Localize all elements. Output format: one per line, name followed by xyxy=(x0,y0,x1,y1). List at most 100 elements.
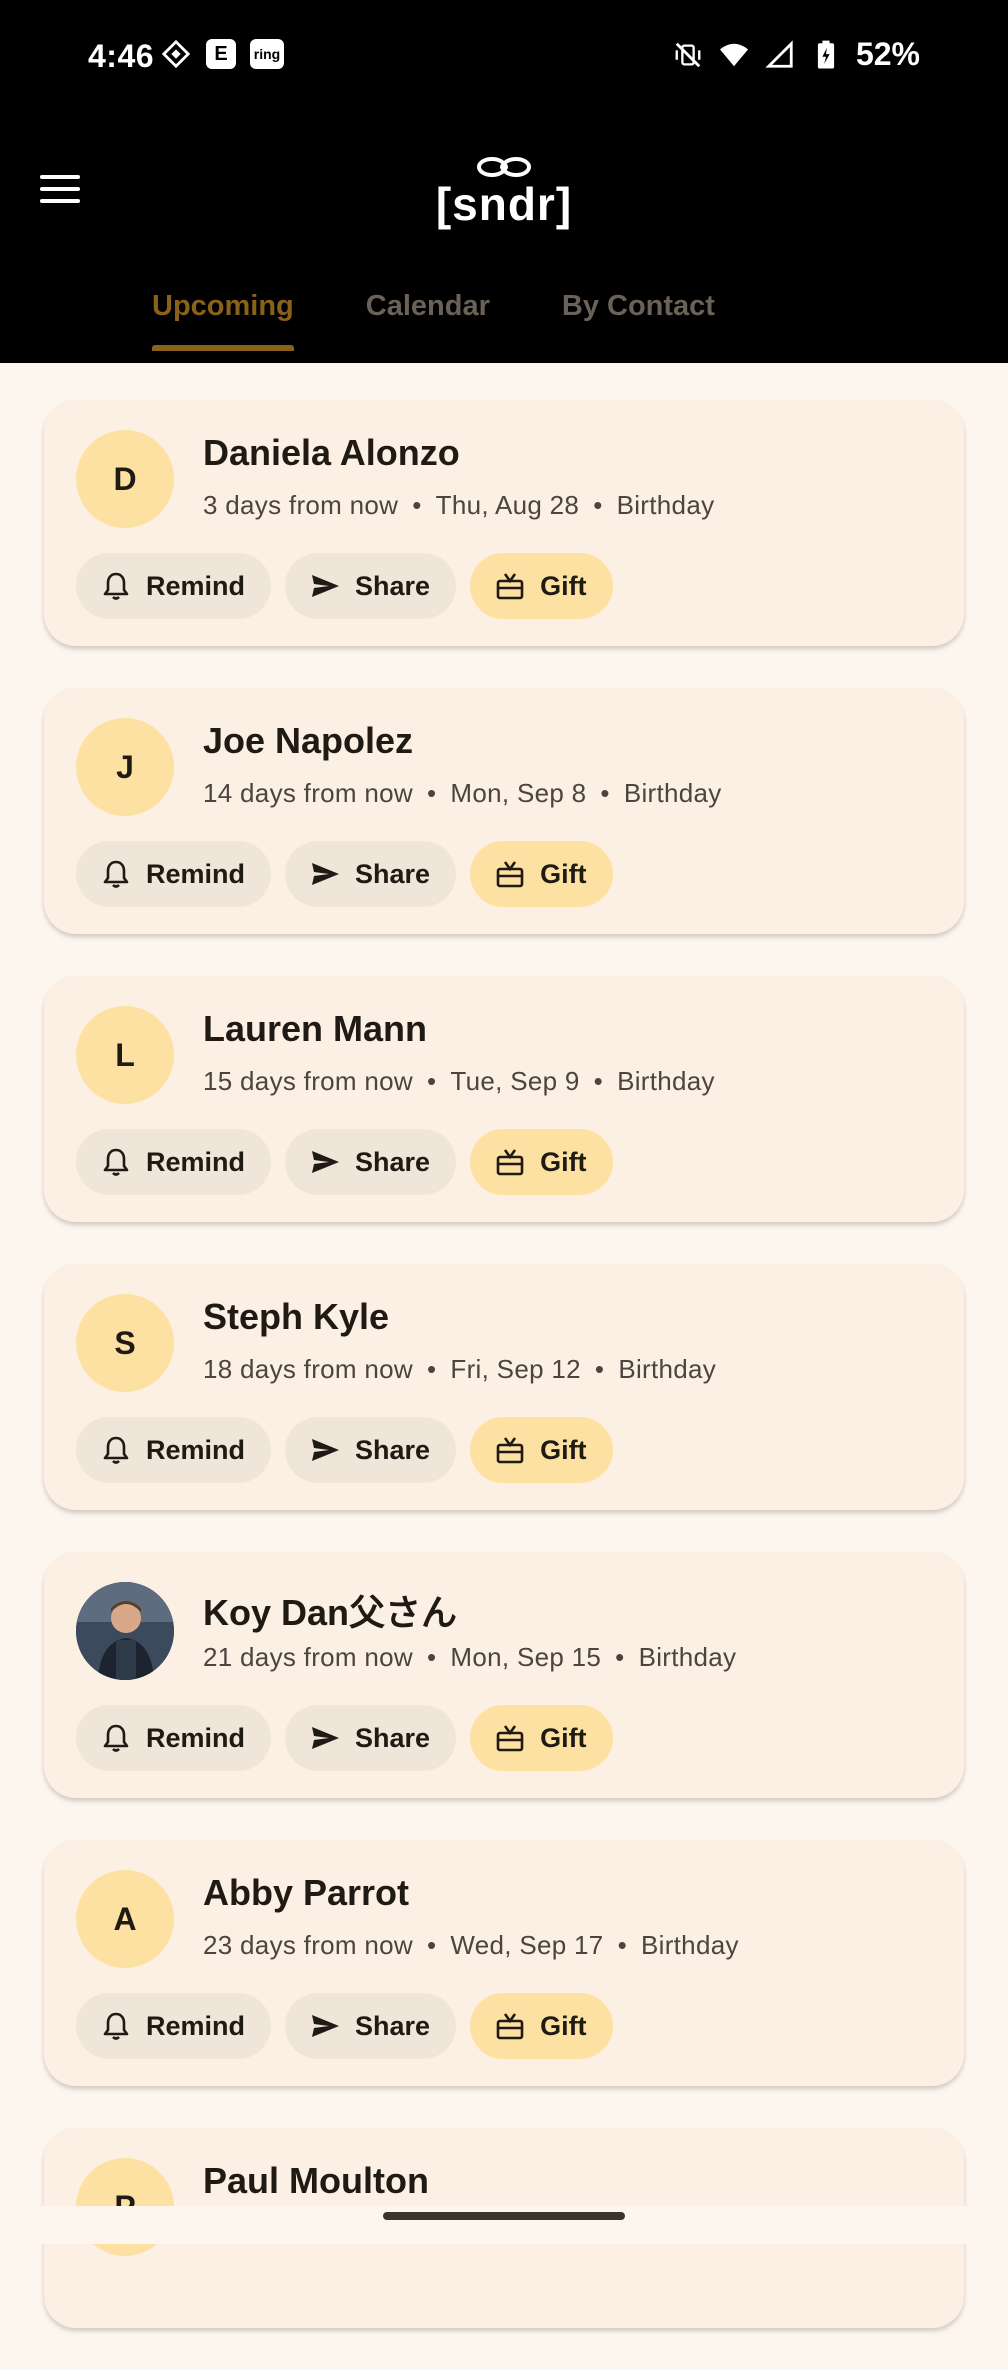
event-type: Birthday xyxy=(623,778,722,808)
event-card[interactable]: A Abby Parrot 23 days from now • Wed, Sep … xyxy=(44,1840,964,2086)
gift-button[interactable]: Gift xyxy=(470,1129,613,1195)
event-meta: 21 days from now • Mon, Sep 15 • Birthday xyxy=(203,1642,737,1672)
bell-icon xyxy=(103,2012,129,2040)
send-icon xyxy=(312,1151,340,1173)
remind-label: Remind xyxy=(146,858,246,889)
share-button[interactable]: Share xyxy=(285,553,457,619)
card-actions: Remind Share Gift xyxy=(76,1129,613,1195)
contact-name: Daniela Alonzo xyxy=(203,432,460,473)
diamond-nav-icon xyxy=(160,38,192,70)
relative-date: 15 days from now xyxy=(203,1066,414,1096)
event-card[interactable]: L Lauren Mann 15 days from now • Tue, Sep … xyxy=(44,976,964,1222)
share-label: Share xyxy=(355,570,431,601)
vibrate-off-icon xyxy=(672,39,704,71)
bow-icon xyxy=(477,157,531,177)
bell-icon xyxy=(103,572,129,600)
gift-button[interactable]: Gift xyxy=(470,553,613,619)
tab-bar: Upcoming Calendar By Contact xyxy=(152,290,715,351)
contact-name: Joe Napolez xyxy=(203,720,414,761)
battery-icon xyxy=(810,39,842,71)
share-button[interactable]: Share xyxy=(285,1705,457,1771)
gift-icon xyxy=(496,1725,524,1752)
avatar-photo xyxy=(76,1582,174,1680)
avatar: J xyxy=(76,718,174,816)
avatar: S xyxy=(76,1294,174,1392)
gift-label: Gift xyxy=(540,1434,587,1465)
bell-icon xyxy=(103,860,129,888)
relative-date: 23 days from now xyxy=(203,1930,414,1960)
gift-label: Gift xyxy=(540,570,587,601)
event-card[interactable]: J Joe Napolez 14 days from now • Mon, Sep … xyxy=(44,688,964,934)
card-actions: Remind Share Gift xyxy=(76,841,613,907)
gift-label: Gift xyxy=(540,1722,587,1753)
gift-button[interactable]: Gift xyxy=(470,841,613,907)
share-label: Share xyxy=(355,1722,431,1753)
relative-date: 14 days from now xyxy=(203,778,414,808)
gift-button[interactable]: Gift xyxy=(470,1993,613,2059)
event-date: Fri, Sep 12 xyxy=(450,1354,581,1384)
status-time: 4:46 xyxy=(88,38,155,74)
ring-app-icon: ring xyxy=(250,39,284,69)
event-date: Wed, Sep 17 xyxy=(450,1930,604,1960)
bell-icon xyxy=(103,1148,129,1176)
event-meta: 23 days from now • Wed, Sep 17 • Birthday xyxy=(203,1930,739,1960)
event-meta: 15 days from now • Tue, Sep 9 • Birthday xyxy=(203,1066,715,1096)
gift-icon xyxy=(496,1149,524,1176)
remind-button[interactable]: Remind xyxy=(76,1129,272,1195)
tab-upcoming[interactable]: Upcoming xyxy=(152,290,294,351)
contact-name: Paul Moulton xyxy=(203,2160,429,2201)
gift-label: Gift xyxy=(540,2010,587,2041)
bell-icon xyxy=(103,1724,129,1752)
remind-button[interactable]: Remind xyxy=(76,553,272,619)
share-label: Share xyxy=(355,858,431,889)
avatar: L xyxy=(76,1006,174,1104)
event-date: Mon, Sep 15 xyxy=(450,1642,602,1672)
home-indicator[interactable] xyxy=(383,2212,625,2220)
event-type: Birthday xyxy=(618,1354,717,1384)
event-type: Birthday xyxy=(638,1642,737,1672)
gift-icon xyxy=(496,861,524,888)
person-photo-icon xyxy=(76,1582,174,1680)
avatar: A xyxy=(76,1870,174,1968)
send-icon xyxy=(312,1439,340,1461)
app-bar: [sndr] Upcoming Calendar By Contact xyxy=(0,115,1008,363)
share-button[interactable]: Share xyxy=(285,841,457,907)
remind-button[interactable]: Remind xyxy=(76,1705,272,1771)
gift-button[interactable]: Gift xyxy=(470,1705,613,1771)
gift-button[interactable]: Gift xyxy=(470,1417,613,1483)
share-label: Share xyxy=(355,2010,431,2041)
card-actions: Remind Share Gift xyxy=(76,1705,613,1771)
remind-button[interactable]: Remind xyxy=(76,841,272,907)
e-app-icon: E xyxy=(206,39,236,69)
bell-icon xyxy=(103,1436,129,1464)
gift-icon xyxy=(496,573,524,600)
signal-icon xyxy=(764,39,796,71)
share-button[interactable]: Share xyxy=(285,1993,457,2059)
tab-by-contact[interactable]: By Contact xyxy=(562,290,715,347)
relative-date: 21 days from now xyxy=(203,1642,414,1672)
event-type: Birthday xyxy=(617,1066,715,1096)
event-card[interactable]: S Steph Kyle 18 days from now • Fri, Sep 1… xyxy=(44,1264,964,1510)
send-icon xyxy=(312,1727,340,1749)
status-bar: 4:46 E ring 52% xyxy=(0,0,1008,115)
share-button[interactable]: Share xyxy=(285,1417,457,1483)
share-button[interactable]: Share xyxy=(285,1129,457,1195)
remind-label: Remind xyxy=(146,1722,246,1753)
event-date: Thu, Aug 28 xyxy=(435,490,580,520)
remind-label: Remind xyxy=(146,2010,246,2041)
event-list: D Daniela Alonzo 3 days from now • Thu, Au… xyxy=(44,400,964,2370)
event-card[interactable]: Koy Dan父さん 21 days from now • Mon, Sep 15 •… xyxy=(44,1552,964,1798)
tab-calendar[interactable]: Calendar xyxy=(366,290,490,347)
event-type: Birthday xyxy=(640,1930,739,1960)
send-icon xyxy=(312,575,340,597)
remind-button[interactable]: Remind xyxy=(76,1417,272,1483)
avatar: D xyxy=(76,430,174,528)
send-icon xyxy=(312,863,340,885)
event-type: Birthday xyxy=(616,490,715,520)
contact-name: Lauren Mann xyxy=(203,1008,428,1049)
remind-button[interactable]: Remind xyxy=(76,1993,272,2059)
gift-icon xyxy=(496,1437,524,1464)
relative-date: 18 days from now xyxy=(203,1354,414,1384)
event-card[interactable]: D Daniela Alonzo 3 days from now • Thu, Au… xyxy=(44,400,964,646)
gift-label: Gift xyxy=(540,858,587,889)
